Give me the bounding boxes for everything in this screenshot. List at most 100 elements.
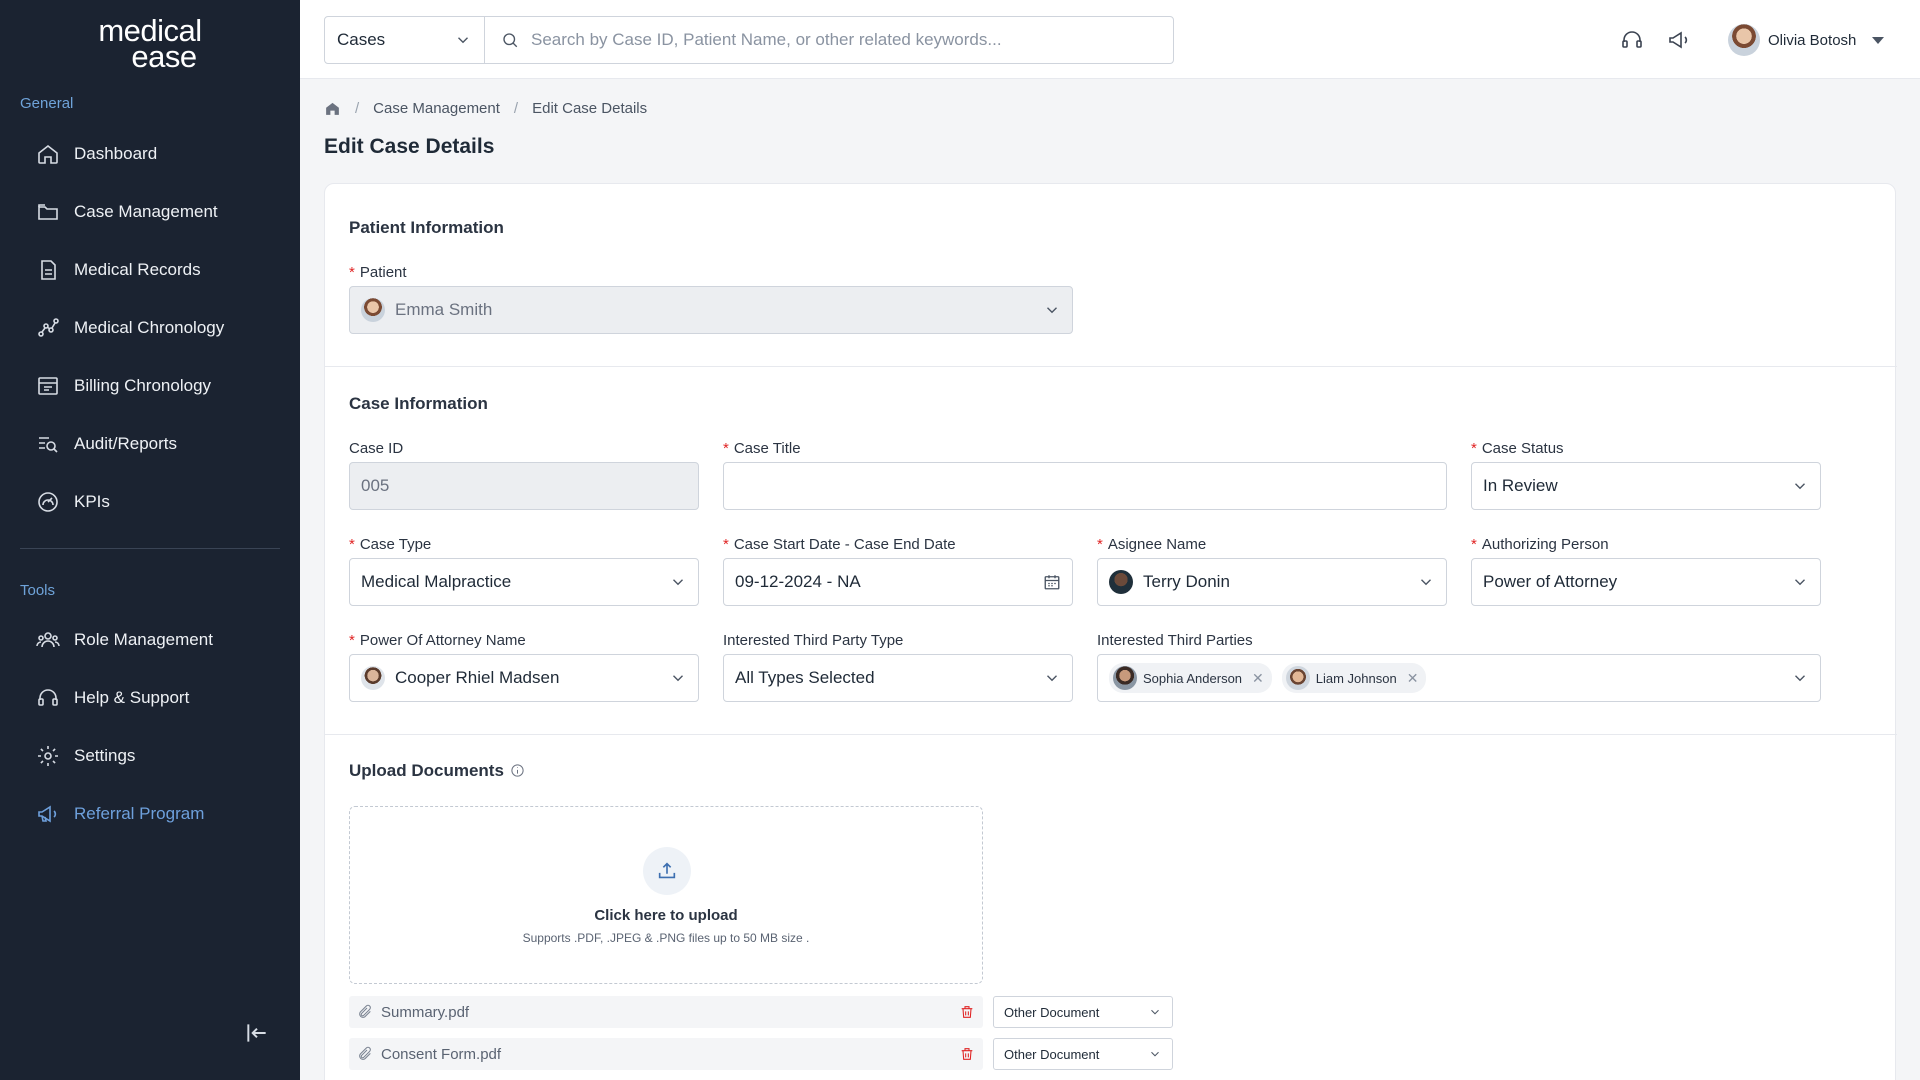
- poa-value: Cooper Rhiel Madsen: [395, 668, 560, 687]
- chevron-down-icon: [1795, 579, 1805, 586]
- trash-icon[interactable]: [959, 1046, 975, 1062]
- document-icon: [41, 260, 56, 280]
- sidebar-item-label: Case Management: [74, 202, 218, 221]
- collapse-left-icon: [247, 1024, 266, 1042]
- search-input[interactable]: [531, 30, 1157, 50]
- brand-logo: medical ease: [0, 15, 300, 74]
- third-type-label: Interested Third Party Type: [723, 632, 904, 649]
- sidebar-item-case-management[interactable]: Case Management: [36, 197, 218, 227]
- upload-dropzone[interactable]: Click here to upload Supports .PDF, .JPE…: [349, 806, 983, 984]
- avatar: [1285, 666, 1310, 690]
- upload-hint: Supports .PDF, .JPEG & .PNG files up to …: [522, 931, 810, 945]
- remove-chip-icon[interactable]: ✕: [1252, 670, 1264, 687]
- edit-case-form: Patient Information * Patient Emma Smith …: [324, 183, 1897, 1080]
- third-parties-label: Interested Third Parties: [1097, 632, 1253, 649]
- sidebar-item-label: KPIs: [74, 492, 110, 511]
- sidebar-item-label: Referral Program: [74, 804, 205, 823]
- avatar: [361, 298, 385, 322]
- sidebar-item-label: Audit/Reports: [74, 434, 177, 453]
- home-icon[interactable]: [324, 100, 341, 117]
- sidebar-section-tools: Tools: [20, 582, 56, 599]
- page-title: Edit Case Details: [324, 135, 495, 158]
- announcements-button[interactable]: [1667, 28, 1691, 52]
- third-parties-multiselect[interactable]: Sophia Anderson ✕ Liam Johnson ✕: [1097, 654, 1821, 702]
- headset-icon: [1622, 31, 1642, 48]
- poa-select[interactable]: Cooper Rhiel Madsen: [349, 654, 699, 702]
- document-type-select[interactable]: Other Document: [993, 996, 1173, 1028]
- sidebar-item-label: Dashboard: [74, 144, 158, 163]
- sidebar-item-label: Role Management: [74, 630, 213, 649]
- top-bar: Cases Olivia Botosh: [300, 0, 1920, 79]
- chip-label: Liam Johnson: [1315, 670, 1397, 686]
- chart-line-icon: [38, 318, 59, 337]
- breadcrumb-separator: /: [355, 100, 360, 117]
- sidebar-item-label: Medical Records: [74, 260, 201, 279]
- search-group: Cases: [324, 16, 1174, 64]
- avatar: [1113, 666, 1137, 690]
- info-icon[interactable]: [510, 763, 525, 778]
- case-type-select[interactable]: Medical Malpractice: [349, 558, 699, 606]
- patient-section-title: Patient Information: [349, 218, 504, 237]
- chevron-down-icon: [673, 579, 683, 586]
- upload-section-title: Upload Documents: [349, 761, 525, 781]
- trash-icon[interactable]: [959, 1004, 975, 1020]
- support-button[interactable]: [1620, 28, 1644, 52]
- document-type-value: Other Document: [1004, 1004, 1100, 1020]
- search-scope-value: Cases: [337, 30, 386, 49]
- folder-icon: [38, 204, 58, 220]
- patient-select[interactable]: Emma Smith: [349, 286, 1073, 334]
- paperclip-icon: [359, 1004, 371, 1018]
- sidebar-item-referral-program[interactable]: Referral Program: [36, 799, 204, 829]
- authorizing-select[interactable]: Power of Attorney: [1471, 558, 1821, 606]
- assignee-value: Terry Donin: [1143, 572, 1230, 591]
- authorizing-value: Power of Attorney: [1483, 572, 1618, 591]
- avatar: [1728, 24, 1760, 56]
- user-name: Olivia Botosh: [1768, 31, 1857, 49]
- patient-value: Emma Smith: [395, 300, 493, 319]
- home-icon: [38, 144, 58, 164]
- uploaded-file-row: Consent Form.pdf: [349, 1038, 983, 1070]
- assignee-label: * Asignee Name: [1097, 536, 1207, 553]
- sidebar-item-help-support[interactable]: Help & Support: [36, 683, 189, 713]
- caret-down-icon: [1872, 36, 1885, 44]
- sidebar-item-settings[interactable]: Settings: [36, 741, 135, 771]
- calendar-icon: [1044, 575, 1060, 590]
- assignee-select[interactable]: Terry Donin: [1097, 558, 1447, 606]
- sidebar-section-general: General: [20, 95, 74, 112]
- case-type-value: Medical Malpractice: [361, 572, 512, 591]
- report-search-icon: [39, 437, 58, 453]
- dates-label: * Case Start Date - Case End Date: [723, 536, 956, 553]
- chevron-down-icon: [1795, 675, 1805, 682]
- brand-logo-line2: ease: [131, 39, 197, 74]
- sidebar-item-role-management[interactable]: Role Management: [36, 625, 213, 655]
- sidebar-item-label: Help & Support: [74, 688, 190, 707]
- case-title-input[interactable]: [723, 462, 1447, 510]
- sidebar: medical ease General Dashboard Case Mana…: [0, 0, 300, 1080]
- megaphone-icon: [1669, 31, 1688, 49]
- selected-chips: Sophia Anderson ✕ Liam Johnson ✕: [1109, 663, 1781, 693]
- case-status-value: In Review: [1483, 476, 1558, 495]
- sidebar-item-medical-records[interactable]: Medical Records: [36, 255, 201, 285]
- sidebar-item-dashboard[interactable]: Dashboard: [36, 139, 157, 169]
- date-range-picker[interactable]: 09-12-2024 - NA: [723, 558, 1073, 606]
- collapse-sidebar-button[interactable]: [244, 1020, 270, 1046]
- gear-icon: [38, 746, 58, 766]
- search-scope-select[interactable]: Cases: [325, 17, 485, 63]
- sidebar-item-billing-chronology[interactable]: Billing Chronology: [36, 371, 211, 401]
- remove-chip-icon[interactable]: ✕: [1407, 670, 1419, 687]
- user-menu[interactable]: Olivia Botosh: [1728, 24, 1885, 56]
- sidebar-divider: [20, 548, 280, 549]
- third-type-select[interactable]: All Types Selected: [723, 654, 1073, 702]
- third-party-chip: Liam Johnson ✕: [1281, 663, 1427, 693]
- poa-label: * Power Of Attorney Name: [349, 632, 526, 649]
- document-type-select[interactable]: Other Document: [993, 1038, 1173, 1070]
- case-id-field: 005: [349, 462, 699, 510]
- case-section-title: Case Information: [349, 394, 488, 413]
- sidebar-item-kpis[interactable]: KPIs: [36, 487, 110, 517]
- sidebar-item-audit-reports[interactable]: Audit/Reports: [36, 429, 177, 459]
- users-icon: [36, 632, 60, 648]
- case-status-select[interactable]: In Review: [1471, 462, 1821, 510]
- sidebar-item-medical-chronology[interactable]: Medical Chronology: [36, 313, 224, 343]
- file-name: Summary.pdf: [381, 1003, 470, 1021]
- breadcrumb-link-case-management[interactable]: Case Management: [373, 100, 500, 117]
